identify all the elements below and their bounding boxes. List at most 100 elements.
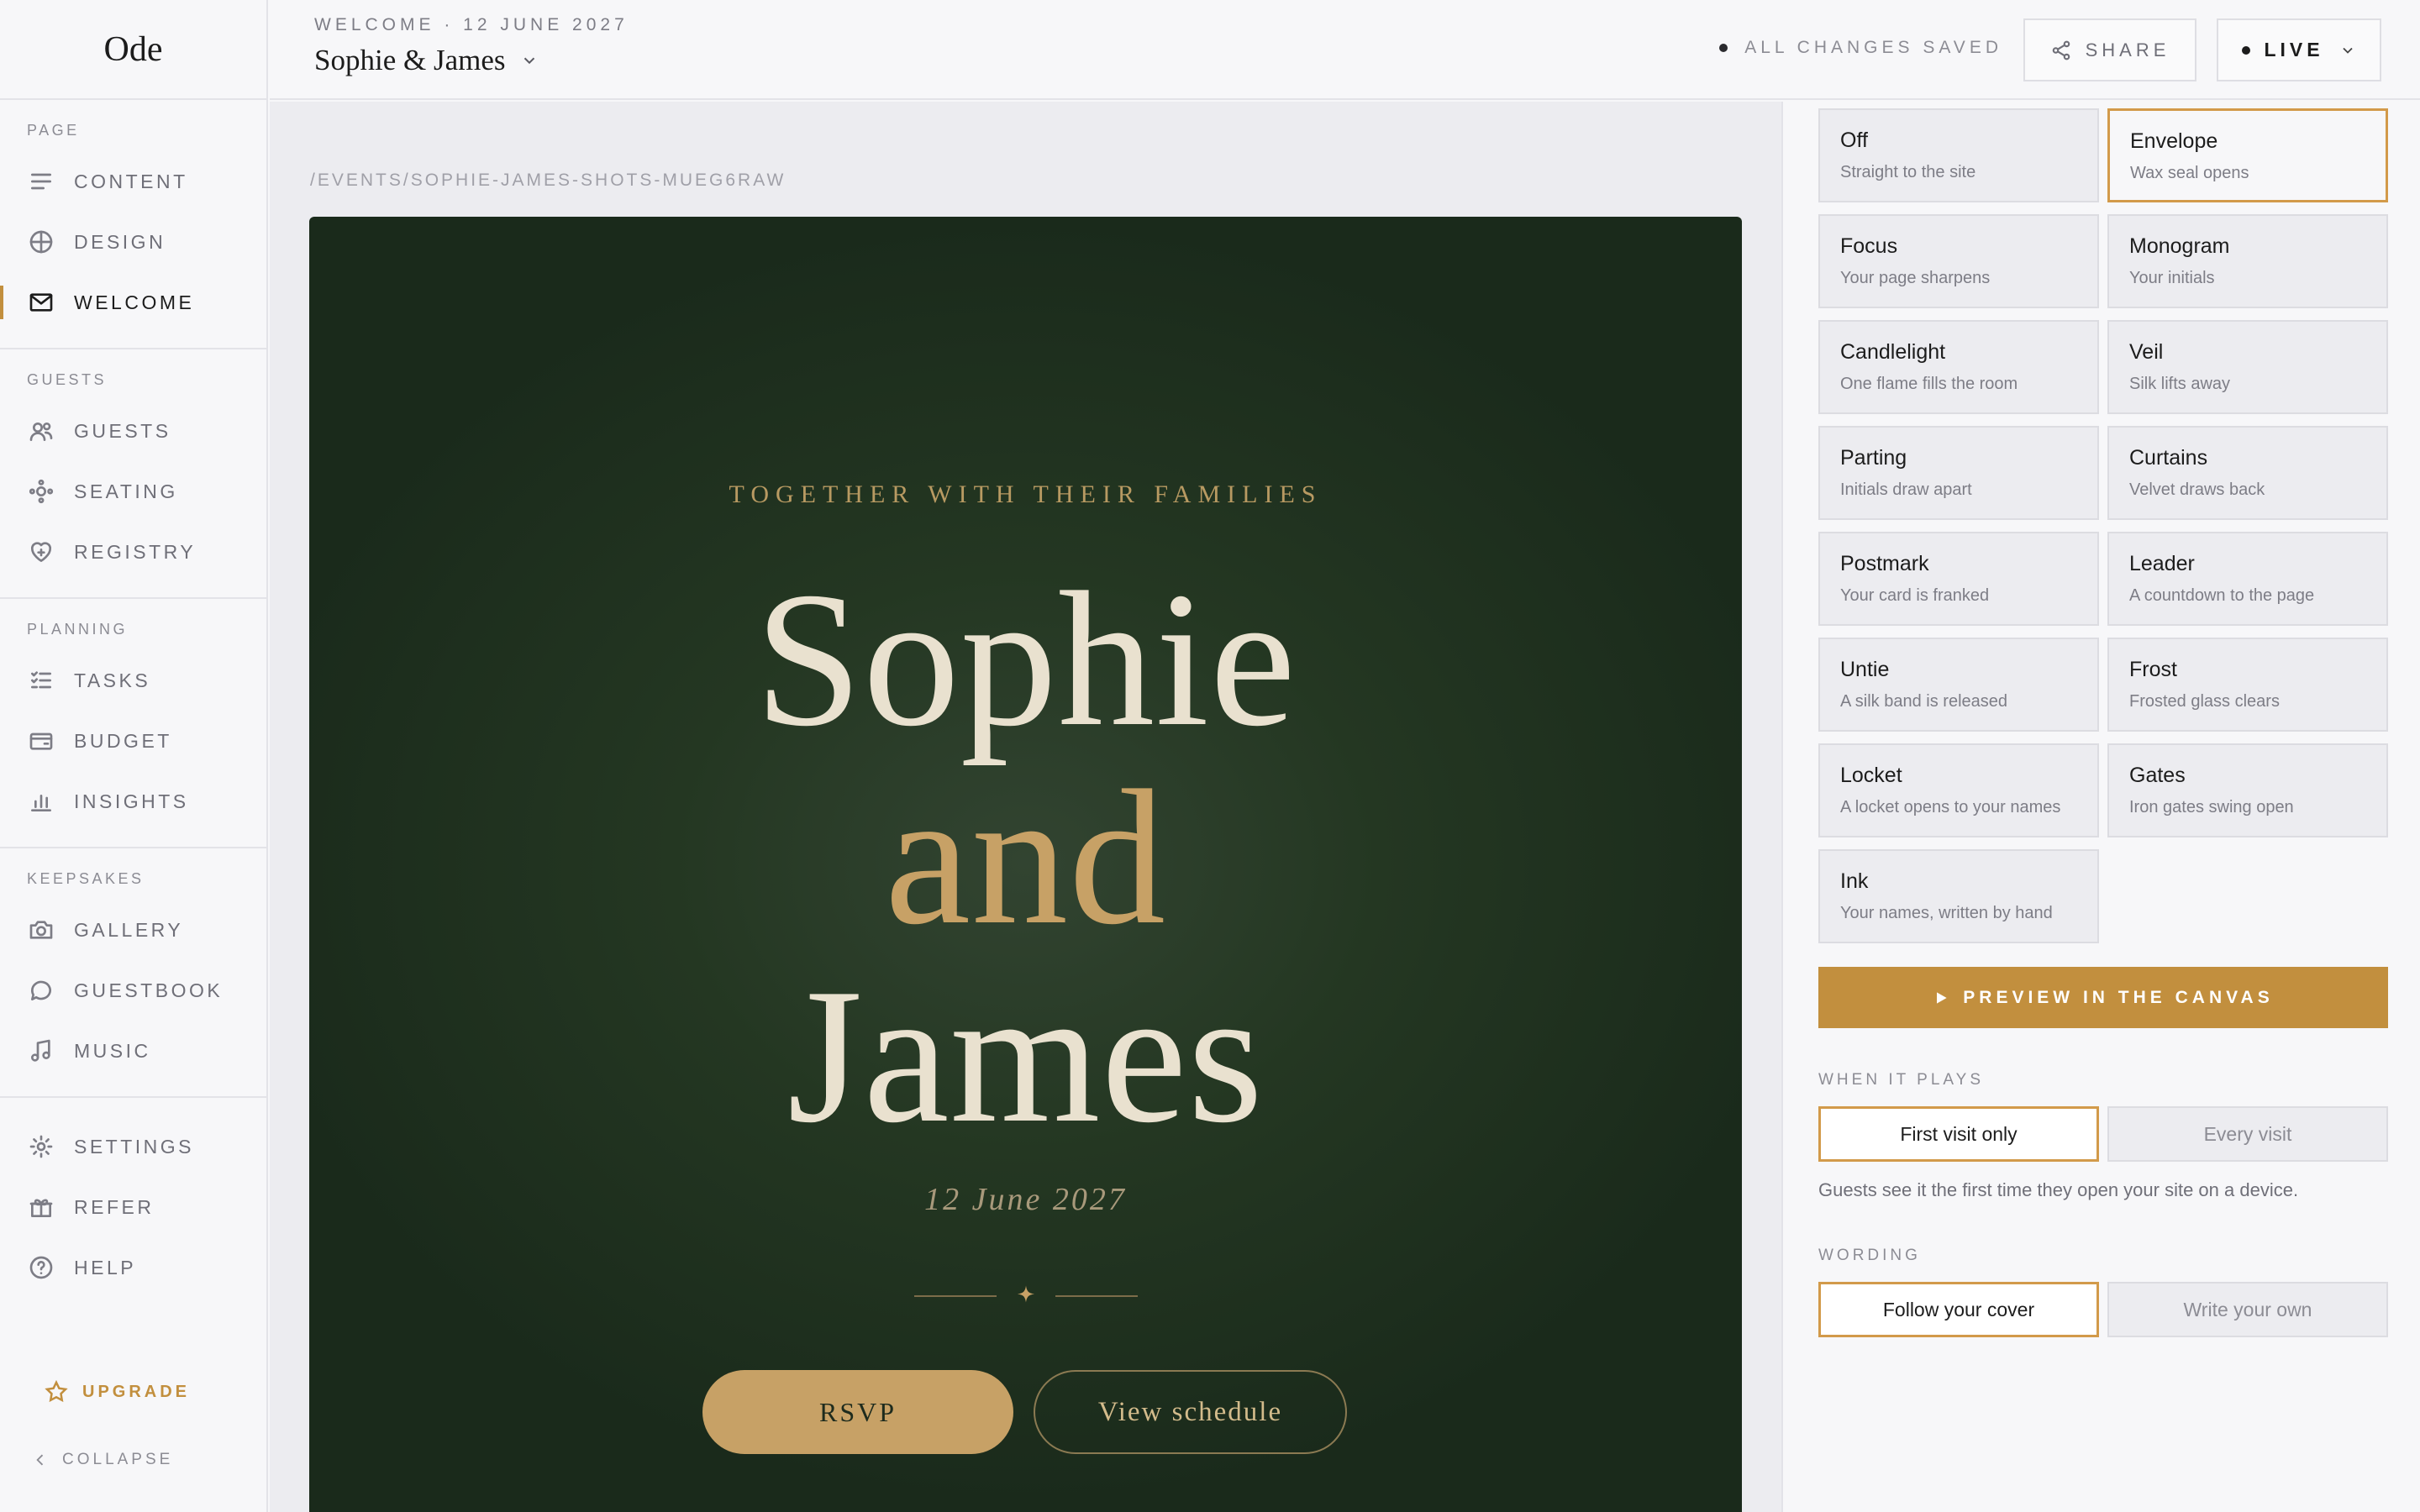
style-option-leader[interactable]: Leader A countdown to the page <box>2107 532 2388 626</box>
style-option-subtitle: Straight to the site <box>1840 163 1976 181</box>
sidebar-item-music[interactable]: MUSIC <box>0 1021 266 1081</box>
speech-bubble-icon <box>27 976 55 1005</box>
style-option-envelope[interactable]: Envelope Wax seal opens <box>2107 108 2388 202</box>
nav-group-title: PLANNING <box>27 621 129 638</box>
sidebar-item-help[interactable]: HELP <box>0 1237 266 1298</box>
view-schedule-button[interactable]: View schedule <box>1034 1370 1347 1454</box>
seating-icon <box>27 477 55 506</box>
sidebar: Ode PAGE CONTENT DESIGN WELCOME GUESTS G… <box>0 0 268 1512</box>
nav-group-account: SETTINGS REFER HELP <box>0 1098 266 1313</box>
style-option-gates[interactable]: Gates Iron gates swing open <box>2107 743 2388 837</box>
style-option-title: Focus <box>1840 234 1898 258</box>
sidebar-item-insights[interactable]: INSIGHTS <box>0 771 266 832</box>
sidebar-item-label: BUDGET <box>74 729 172 752</box>
gear-icon <box>27 1132 55 1161</box>
live-status-dropdown[interactable]: LIVE <box>2217 18 2381 81</box>
style-option-subtitle: A countdown to the page <box>2129 586 2315 605</box>
style-option-subtitle: Wax seal opens <box>2130 164 2249 182</box>
event-selector[interactable]: Sophie & James <box>314 44 539 77</box>
style-option-curtains[interactable]: Curtains Velvet draws back <box>2107 426 2388 520</box>
style-option-frost[interactable]: Frost Frosted glass clears <box>2107 638 2388 732</box>
follow-your-cover-option[interactable]: Follow your cover <box>1818 1282 2099 1337</box>
share-icon <box>2052 40 2070 60</box>
sidebar-item-label: WELCOME <box>74 291 195 313</box>
style-option-title: Ink <box>1840 869 1869 893</box>
style-option-veil[interactable]: Veil Silk lifts away <box>2107 320 2388 414</box>
sidebar-item-design[interactable]: DESIGN <box>0 212 266 272</box>
sidebar-item-seating[interactable]: SEATING <box>0 461 266 522</box>
style-option-focus[interactable]: Focus Your page sharpens <box>1818 214 2099 308</box>
sidebar-item-label: INSIGHTS <box>74 790 189 812</box>
sidebar-item-budget[interactable]: BUDGET <box>0 711 266 771</box>
sidebar-item-gallery[interactable]: GALLERY <box>0 900 266 960</box>
sidebar-item-registry[interactable]: REGISTRY <box>0 522 266 582</box>
second-name: James <box>786 948 1265 1163</box>
collapse-button[interactable]: COLLAPSE <box>32 1451 173 1469</box>
style-option-untie[interactable]: Untie A silk band is released <box>1818 638 2099 732</box>
share-button[interactable]: SHARE <box>2023 18 2196 81</box>
first-visit-only-option[interactable]: First visit only <box>1818 1106 2099 1162</box>
live-label: LIVE <box>2264 39 2324 60</box>
every-visit-option[interactable]: Every visit <box>2107 1106 2388 1162</box>
sidebar-item-settings[interactable]: SETTINGS <box>0 1116 266 1177</box>
sidebar-item-label: CONTENT <box>74 170 188 192</box>
style-option-parting[interactable]: Parting Initials draw apart <box>1818 426 2099 520</box>
style-option-subtitle: Silk lifts away <box>2129 375 2231 393</box>
wording-toggle: Follow your cover Write your own <box>1818 1282 2388 1337</box>
preview-label: PREVIEW IN THE CANVAS <box>1963 987 2274 1007</box>
top-bar: WELCOME · 12 JUNE 2027 Sophie & James AL… <box>270 0 2420 100</box>
camera-icon <box>27 916 55 944</box>
preview-in-canvas-button[interactable]: PREVIEW IN THE CANVAS <box>1818 967 2388 1028</box>
style-option-subtitle: Your names, written by hand <box>1840 904 2053 922</box>
wording-title: WORDING <box>1818 1247 1921 1264</box>
chevron-down-icon <box>2342 47 2353 54</box>
style-option-locket[interactable]: Locket A locket opens to your names <box>1818 743 2099 837</box>
wedding-date: 12 June 2027 <box>924 1182 1127 1217</box>
nav-group-title: KEEPSAKES <box>27 870 145 887</box>
sidebar-item-refer[interactable]: REFER <box>0 1177 266 1237</box>
nav-group-page: PAGE CONTENT DESIGN WELCOME <box>0 100 266 349</box>
status-dot <box>1719 44 1728 52</box>
star-icon <box>45 1379 68 1403</box>
style-option-ink[interactable]: Ink Your names, written by hand <box>1818 849 2099 943</box>
style-option-off[interactable]: Off Straight to the site <box>1818 108 2099 202</box>
sidebar-item-label: GUESTBOOK <box>74 979 224 1001</box>
collapse-label: COLLAPSE <box>62 1451 174 1468</box>
style-option-candlelight[interactable]: Candlelight One flame fills the room <box>1818 320 2099 414</box>
style-option-subtitle: Initials draw apart <box>1840 480 1972 499</box>
play-icon <box>1937 991 1947 1004</box>
sparkle-icon <box>1017 1285 1034 1303</box>
brand-logo[interactable]: Ode <box>0 0 266 100</box>
style-option-title: Off <box>1840 129 1868 152</box>
divider-rule <box>1055 1295 1138 1297</box>
style-option-subtitle: A silk band is released <box>1840 692 2008 711</box>
style-option-postmark[interactable]: Postmark Your card is franked <box>1818 532 2099 626</box>
style-option-subtitle: A locket opens to your names <box>1840 798 2061 816</box>
sidebar-item-tasks[interactable]: TASKS <box>0 650 266 711</box>
lines-icon <box>27 167 55 196</box>
style-option-monogram[interactable]: Monogram Your initials <box>2107 214 2388 308</box>
style-option-title: Locket <box>1840 764 1902 787</box>
rsvp-button[interactable]: RSVP <box>702 1370 1013 1454</box>
card-eyebrow: TOGETHER WITH THEIR FAMILIES <box>729 480 1323 508</box>
upgrade-button[interactable]: UPGRADE <box>44 1379 190 1404</box>
style-option-title: Curtains <box>2129 446 2208 470</box>
write-your-own-option[interactable]: Write your own <box>2107 1282 2388 1337</box>
sidebar-item-welcome[interactable]: WELCOME <box>0 272 266 333</box>
nav-group-keepsakes: KEEPSAKES GALLERY GUESTBOOK MUSIC <box>0 848 266 1098</box>
first-name: Sophie <box>755 552 1297 766</box>
sidebar-item-guests[interactable]: GUESTS <box>0 401 266 461</box>
page-eyebrow: WELCOME · 12 JUNE 2027 <box>314 15 629 34</box>
style-option-subtitle: Your page sharpens <box>1840 269 1991 287</box>
sidebar-item-content[interactable]: CONTENT <box>0 151 266 212</box>
style-option-subtitle: Velvet draws back <box>2129 480 2265 499</box>
sidebar-item-guestbook[interactable]: GUESTBOOK <box>0 960 266 1021</box>
save-status-label: ALL CHANGES SAVED <box>1744 38 2002 57</box>
style-option-subtitle: Frosted glass clears <box>2129 692 2280 711</box>
page-path: /EVENTS/SOPHIE-JAMES-SHOTS-MUEG6RAW <box>310 171 786 190</box>
nav-group-planning: PLANNING TASKS BUDGET INSIGHTS <box>0 599 266 848</box>
style-option-title: Gates <box>2129 764 2186 787</box>
wallet-icon <box>27 727 55 755</box>
chevron-down-icon <box>524 57 535 65</box>
style-option-title: Candlelight <box>1840 340 1946 364</box>
